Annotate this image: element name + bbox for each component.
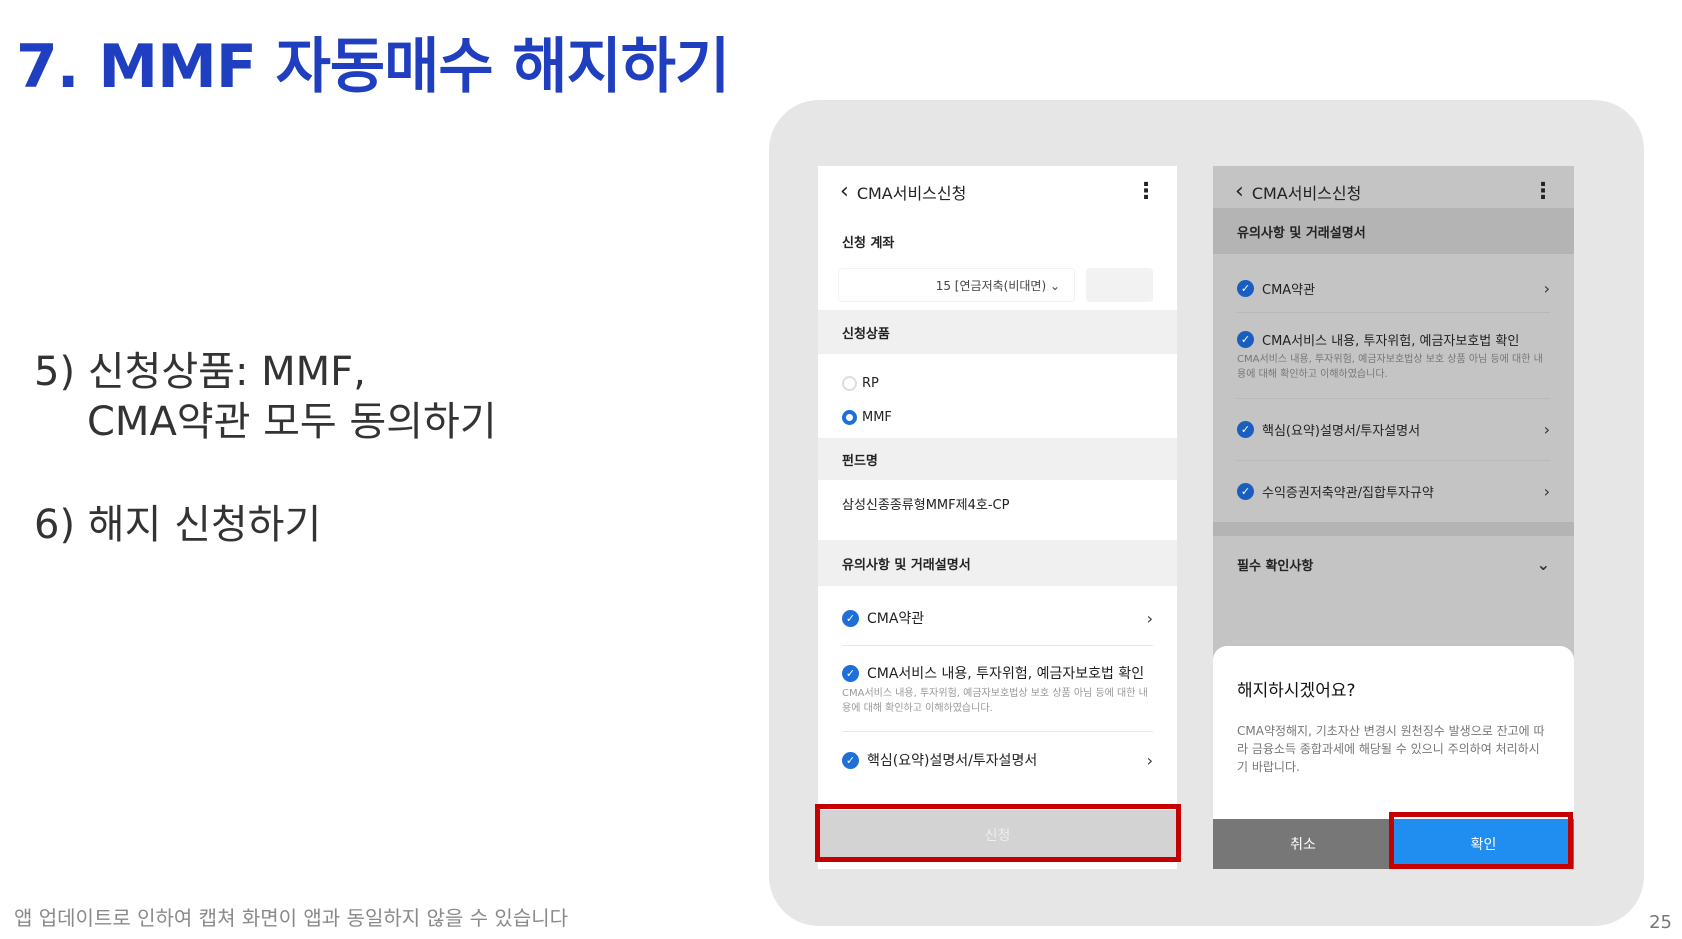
account-label: 신청 계좌 xyxy=(842,236,895,251)
step-5-text: 5) 신청상품: MMF, CMA약관 모두 동의하기 xyxy=(34,347,497,447)
terms-item-service-label: CMA서비스 내용, 투자위험, 예금자보호법 확인 xyxy=(1262,333,1520,349)
app-header: ‹ CMA서비스신청 ⋮ xyxy=(818,166,1177,218)
highlight-submit-box xyxy=(815,804,1181,862)
radio-mmf[interactable]: MMF xyxy=(818,406,916,428)
dialog-body: CMA약정해지, 기초자산 변경시 원천징수 발생으로 잔고에 따라 금융소득 … xyxy=(1237,724,1545,774)
check-circle-icon: ✓ xyxy=(842,751,859,769)
terms-item-savings-label: 수익증권저축약관/집합투자규약 xyxy=(1262,485,1434,501)
check-circle-icon: ✓ xyxy=(1237,279,1254,297)
notice-section-header: 유의사항 및 거래설명서 xyxy=(818,540,1177,586)
terms-item-savings[interactable]: ✓ 수익증권저축약관/집합투자규약 › xyxy=(1213,468,1574,514)
step-5-line-2: CMA약관 모두 동의하기 xyxy=(87,399,497,445)
terms-item-cma[interactable]: ✓ CMA약관 › xyxy=(818,594,1177,642)
chevron-left-icon[interactable]: ‹ xyxy=(840,181,849,203)
header-title: CMA서비스신청 xyxy=(856,184,967,203)
chevron-left-icon[interactable]: ‹ xyxy=(1235,181,1244,203)
notice-section-header: 유의사항 및 거래설명서 xyxy=(1213,208,1574,254)
terms-item-cma-label: CMA약관 xyxy=(867,611,925,627)
terms-item-prospectus[interactable]: ✓ 핵심(요약)설명서/투자설명서 › xyxy=(1213,406,1574,452)
terms-item-service[interactable]: ✓ CMA서비스 내용, 투자위험, 예금자보호법 확인 xyxy=(818,662,1177,684)
terms-item-cma[interactable]: ✓ CMA약관 › xyxy=(1213,266,1574,310)
dialog-title: 해지하시겠어요? xyxy=(1237,681,1356,701)
section-gap xyxy=(1213,522,1574,536)
divider xyxy=(842,731,1153,732)
dialog-cancel-button[interactable]: 취소 xyxy=(1213,819,1393,869)
check-circle-icon: ✓ xyxy=(1237,420,1254,438)
step-6-text: 6) 해지 신청하기 xyxy=(34,502,322,548)
product-section-header: 신청상품 xyxy=(818,310,1177,354)
terms-item-service-desc: CMA서비스 내용, 투자위험, 예금자보호법상 보호 상품 아님 등에 대한 … xyxy=(1237,354,1543,380)
divider xyxy=(1237,460,1550,461)
check-circle-icon: ✓ xyxy=(1237,330,1254,348)
required-check-label: 필수 확인사항 xyxy=(1237,558,1314,574)
fund-name: 삼성신종종류형MMF제4호-CP xyxy=(842,497,1010,513)
terms-item-service-label: CMA서비스 내용, 투자위험, 예금자보호법 확인 xyxy=(867,666,1145,682)
terms-item-prospectus[interactable]: ✓ 핵심(요약)설명서/투자설명서 › xyxy=(818,736,1177,784)
highlight-confirm-box xyxy=(1389,812,1573,869)
chevron-right-icon: › xyxy=(1543,481,1550,501)
radio-rp-label: RP xyxy=(862,375,879,391)
chevron-right-icon: › xyxy=(1543,278,1550,298)
more-vertical-icon[interactable]: ⋮ xyxy=(1532,181,1554,203)
divider xyxy=(842,645,1153,646)
check-circle-icon: ✓ xyxy=(1237,482,1254,500)
divider xyxy=(1237,398,1550,399)
radio-rp[interactable]: RP xyxy=(818,372,903,394)
more-vertical-icon[interactable]: ⋮ xyxy=(1135,181,1157,203)
check-circle-icon: ✓ xyxy=(842,664,859,682)
chevron-right-icon: › xyxy=(1146,608,1153,628)
page-number: 25 xyxy=(1649,912,1672,933)
fund-section-header: 펀드명 xyxy=(818,438,1177,480)
check-circle-icon: ✓ xyxy=(842,609,859,627)
divider xyxy=(1237,312,1550,313)
chevron-right-icon: › xyxy=(1543,419,1550,439)
chevron-right-icon: › xyxy=(1146,750,1153,770)
terms-item-prospectus-label: 핵심(요약)설명서/투자설명서 xyxy=(1262,423,1421,439)
right-phone-screen: ‹ CMA서비스신청 ⋮ 유의사항 및 거래설명서 ✓ CMA약관 › ✓ CM… xyxy=(1213,166,1574,869)
step-5-line-1: 5) 신청상품: MMF, xyxy=(34,349,366,395)
account-select[interactable]: 15 [연금저축(비대면) ⌄ xyxy=(838,268,1075,302)
radio-mmf-icon xyxy=(842,409,857,425)
chevron-down-icon: ⌄ xyxy=(1536,554,1550,574)
footnote: 앱 업데이트로 인하여 캡쳐 화면이 앱과 동일하지 않을 수 있습니다 xyxy=(14,906,569,930)
left-phone-screen: ‹ CMA서비스신청 ⋮ 신청 계좌 15 [연금저축(비대면) ⌄ 신청상품 … xyxy=(818,166,1177,869)
radio-mmf-label: MMF xyxy=(862,409,892,425)
terms-item-service[interactable]: ✓ CMA서비스 내용, 투자위험, 예금자보호법 확인 xyxy=(1213,328,1574,350)
radio-rp-icon xyxy=(842,375,857,391)
header-title: CMA서비스신청 xyxy=(1251,184,1362,203)
account-side-button[interactable] xyxy=(1086,268,1153,302)
required-check-row[interactable]: 필수 확인사항 ⌄ xyxy=(1213,536,1574,592)
terms-item-prospectus-label: 핵심(요약)설명서/투자설명서 xyxy=(867,753,1038,769)
slide-title: 7. MMF 자동매수 해지하기 xyxy=(16,32,730,102)
terms-item-service-desc: CMA서비스 내용, 투자위험, 예금자보호법상 보호 상품 아님 등에 대한 … xyxy=(842,688,1148,714)
terms-item-cma-label: CMA약관 xyxy=(1262,282,1316,298)
